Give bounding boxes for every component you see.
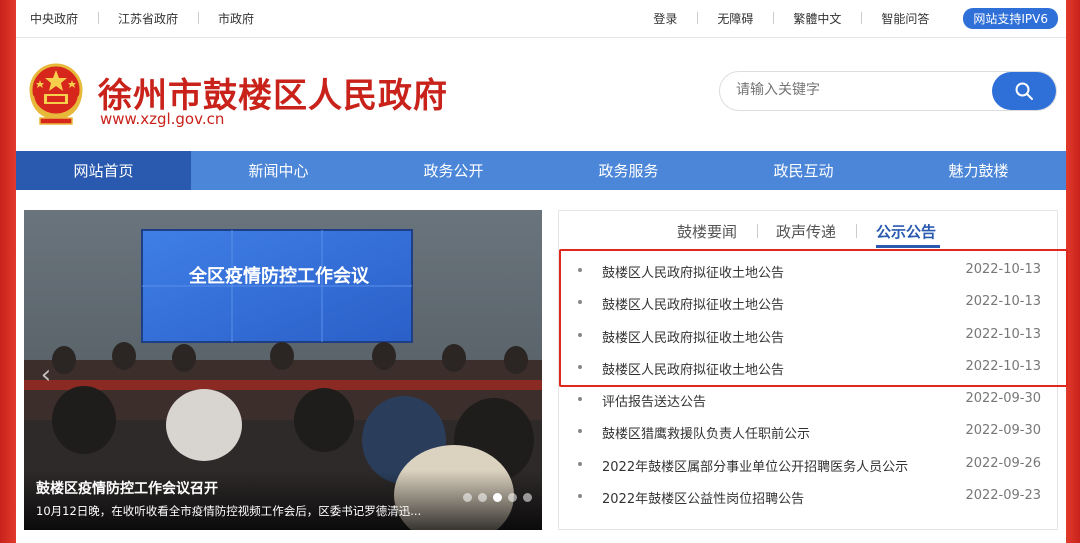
item-date: 2022-09-30 <box>965 391 1041 407</box>
bullet-dot <box>578 268 582 272</box>
list-item[interactable]: 2022年鼓楼区公益性岗位招聘公告 2022-09-23 <box>559 481 1057 513</box>
item-title[interactable]: 鼓楼区人民政府拟征收土地公告 <box>602 327 784 346</box>
tab-policy-voice[interactable]: 政声传递 <box>776 221 836 242</box>
tab-separator <box>856 224 857 238</box>
bullet-dot <box>578 300 582 305</box>
accessibility-link[interactable]: 无障碍 <box>697 10 773 27</box>
slider-dots <box>463 493 532 502</box>
tab-gulou-news[interactable]: 鼓楼要闻 <box>677 221 737 242</box>
content-area: 全区疫情防控工作会议 ‹ 鼓楼区疫情防控工作会议召开 10月12日晚，在收听收看… <box>16 190 1068 543</box>
bullet-dot <box>578 332 582 337</box>
item-date: 2022-10-13 <box>965 358 1041 374</box>
slider-dot-2[interactable] <box>478 493 487 502</box>
nav-news-center[interactable]: 新闻中心 <box>191 151 366 190</box>
item-date: 2022-10-13 <box>965 294 1041 310</box>
slider-dot-5[interactable] <box>523 493 532 502</box>
traditional-chinese-link[interactable]: 繁體中文 <box>773 10 861 27</box>
slider-caption-title[interactable]: 鼓楼区疫情防控工作会议召开 <box>36 478 218 498</box>
nav-charm-gulou[interactable]: 魅力鼓楼 <box>891 151 1066 190</box>
nav-home[interactable]: 网站首页 <box>16 151 191 190</box>
item-title[interactable]: 2022年鼓楼区属部分事业单位公开招聘医务人员公示 <box>602 456 908 475</box>
bullet-dot <box>578 429 582 434</box>
national-emblem-icon <box>29 63 83 125</box>
item-title[interactable]: 鼓楼区人民政府拟征收土地公告 <box>602 262 784 281</box>
top-left-links: 中央政府 江苏省政府 市政府 <box>16 10 274 27</box>
nav-gov-affairs-open[interactable]: 政务公开 <box>366 151 541 190</box>
smart-qa-link[interactable]: 智能问答 <box>861 10 949 27</box>
search-icon <box>1015 82 1033 100</box>
item-title[interactable]: 鼓楼区人民政府拟征收土地公告 <box>602 294 784 313</box>
list-item[interactable]: 鼓楼区人民政府拟征收土地公告 2022-10-13 <box>559 320 1057 352</box>
link-city-gov[interactable]: 市政府 <box>198 10 274 27</box>
item-title[interactable]: 2022年鼓楼区公益性岗位招聘公告 <box>602 488 804 507</box>
site-url: www.xzgl.gov.cn <box>100 110 225 128</box>
slider-dot-1[interactable] <box>463 493 472 502</box>
slider-dot-3[interactable] <box>493 493 502 502</box>
bullet-dot <box>578 461 582 466</box>
screen-banner-text: 全区疫情防控工作会议 <box>189 266 369 287</box>
bullet-dot <box>578 364 582 369</box>
list-item[interactable]: 鼓楼区人民政府拟征收土地公告 2022-10-13 <box>559 287 1057 319</box>
item-title[interactable]: 评估报告送达公告 <box>602 391 706 410</box>
search-box <box>719 71 1057 111</box>
login-link[interactable]: 登录 <box>633 10 697 27</box>
list-item[interactable]: 鼓楼区人民政府拟征收土地公告 2022-10-13 <box>559 352 1057 384</box>
tab-announcements[interactable]: 公示公告 <box>876 221 936 242</box>
link-jiangsu-gov[interactable]: 江苏省政府 <box>98 10 198 27</box>
item-title[interactable]: 鼓楼区人民政府拟征收土地公告 <box>602 359 784 378</box>
item-date: 2022-09-23 <box>965 488 1041 504</box>
slider-prev-arrow[interactable]: ‹ <box>36 360 56 390</box>
list-item[interactable]: 2022年鼓楼区属部分事业单位公开招聘医务人员公示 2022-09-26 <box>559 449 1057 481</box>
item-date: 2022-09-26 <box>965 455 1041 471</box>
main-nav: 网站首页 新闻中心 政务公开 政务服务 政民互动 魅力鼓楼 <box>16 151 1066 190</box>
announcement-list: 鼓楼区人民政府拟征收土地公告 2022-10-13 鼓楼区人民政府拟征收土地公告 2… <box>559 255 1057 513</box>
news-panel: 鼓楼要闻 政声传递 公示公告 鼓楼区人民政府拟征收土地公告 2022-10-13 … <box>558 210 1068 530</box>
item-title[interactable]: 鼓楼区猎鹰救援队负责人任职前公示 <box>602 423 810 442</box>
slider-dot-4[interactable] <box>508 493 517 502</box>
ipv6-badge[interactable]: 网站支持IPV6 <box>963 8 1058 29</box>
site-header: 徐州市鼓楼区人民政府 www.xzgl.gov.cn <box>16 38 1066 151</box>
nav-gov-services[interactable]: 政务服务 <box>541 151 716 190</box>
nav-interaction[interactable]: 政民互动 <box>716 151 891 190</box>
top-bar: 中央政府 江苏省政府 市政府 登录 无障碍 繁體中文 智能问答 网站支持IPV6 <box>16 0 1066 38</box>
search-input[interactable] <box>736 82 976 98</box>
tab-separator <box>757 224 758 238</box>
item-date: 2022-10-13 <box>965 326 1041 342</box>
slider-caption-subtitle: 10月12日晚，在收听收看全市疫情防控视频工作会后，区委书记罗德清迅... <box>36 504 422 518</box>
item-date: 2022-10-13 <box>965 262 1041 277</box>
news-tabs: 鼓楼要闻 政声传递 公示公告 <box>559 211 1057 249</box>
list-item[interactable]: 鼓楼区人民政府拟征收土地公告 2022-10-13 <box>559 255 1057 287</box>
top-right-links: 登录 无障碍 繁體中文 智能问答 网站支持IPV6 <box>633 8 1066 29</box>
list-item[interactable]: 鼓楼区猎鹰救援队负责人任职前公示 2022-09-30 <box>559 416 1057 448</box>
link-central-gov[interactable]: 中央政府 <box>24 10 98 27</box>
news-slider[interactable]: 全区疫情防控工作会议 ‹ 鼓楼区疫情防控工作会议召开 10月12日晚，在收听收看… <box>24 210 542 530</box>
item-date: 2022-09-30 <box>965 423 1041 439</box>
active-tab-underline <box>876 245 940 248</box>
bullet-dot <box>578 397 582 402</box>
list-item[interactable]: 评估报告送达公告 2022-09-30 <box>559 384 1057 416</box>
bullet-dot <box>578 494 582 499</box>
search-button[interactable] <box>992 72 1056 110</box>
